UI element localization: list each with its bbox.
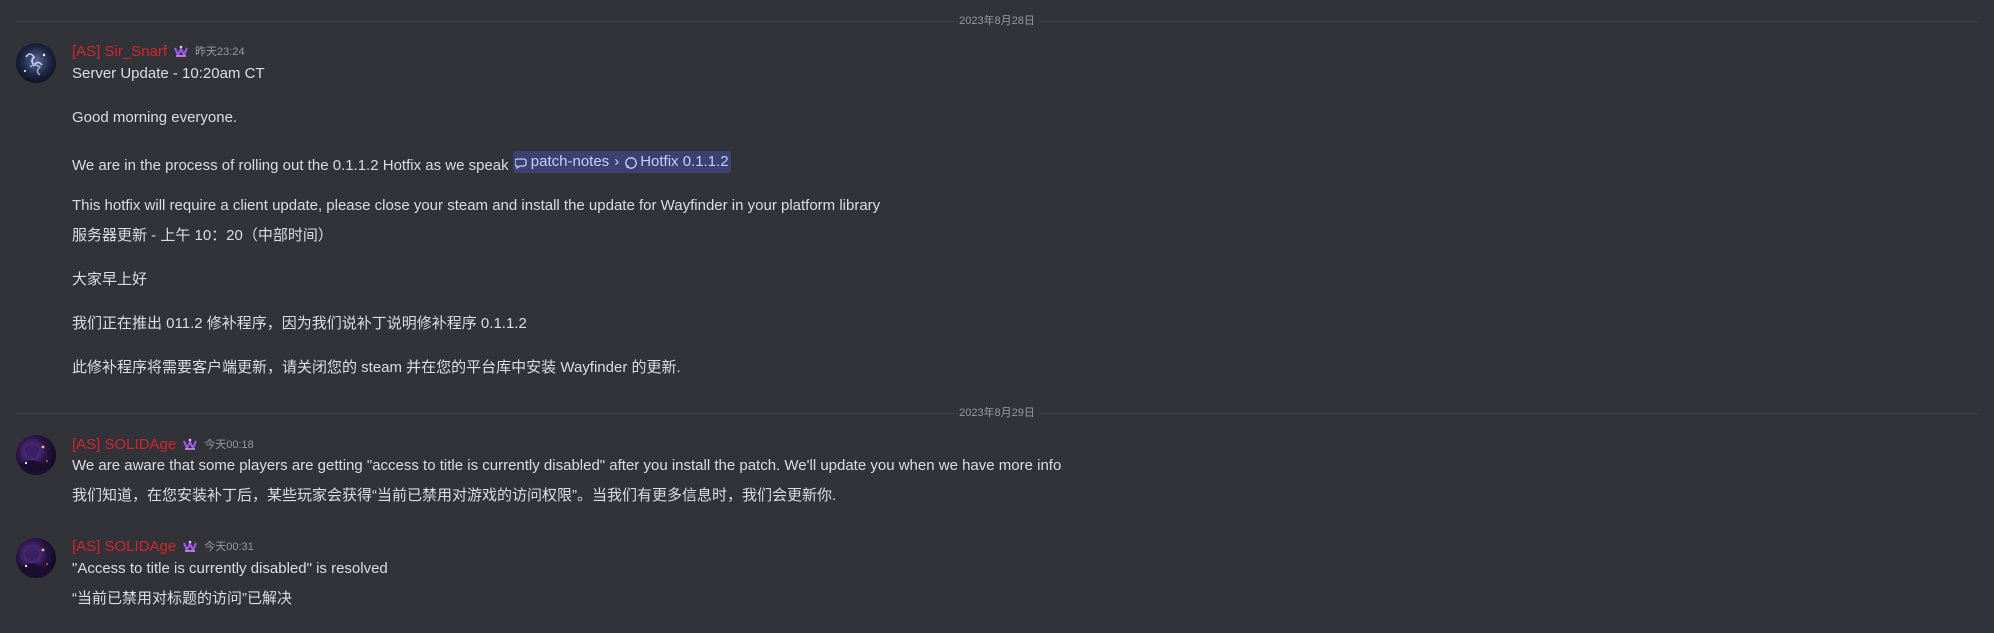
message-text: Good morning everyone. bbox=[72, 109, 238, 126]
channel-mention[interactable]: patch-notes › Hotfix 0.1.1.2 bbox=[512, 151, 731, 173]
thread-icon bbox=[624, 155, 638, 169]
mention-channel-label: patch-notes bbox=[530, 153, 610, 170]
avatar[interactable] bbox=[16, 538, 56, 578]
message-header: [AS] SOLIDAge 今天00:18 bbox=[72, 435, 254, 455]
date-divider: 2023年8月29日 bbox=[16, 405, 1978, 421]
message-text: "Access to title is currently disabled" … bbox=[72, 560, 388, 577]
message-timestamp[interactable]: 昨天23:24 bbox=[195, 44, 245, 60]
forum-channel-icon bbox=[514, 155, 529, 170]
username[interactable]: [AS] SOLIDAge bbox=[72, 537, 176, 557]
mention-thread-label: Hotfix 0.1.1.2 bbox=[640, 153, 729, 170]
avatar[interactable] bbox=[16, 43, 56, 83]
avatar[interactable] bbox=[16, 435, 56, 475]
username[interactable]: [AS] Sir_Snarf bbox=[72, 42, 167, 62]
message-text-prefix: We are in the process of rolling out the… bbox=[72, 157, 513, 174]
message-text: 此修补程序将需要客户端更新，请关闭您的 steam 并在您的平台库中安装 Way… bbox=[72, 359, 681, 376]
date-divider-label: 2023年8月29日 bbox=[955, 405, 1039, 421]
chat-messages: 2023年8月28日 [AS] Sir_Snarf 昨天23:24 Server… bbox=[0, 0, 1994, 633]
date-divider-label: 2023年8月28日 bbox=[955, 13, 1039, 29]
message-text: 我们正在推出 011.2 修补程序，因为我们说补丁说明修补程序 0.1.1.2 bbox=[72, 315, 527, 332]
message-timestamp[interactable]: 今天00:18 bbox=[204, 437, 254, 453]
hypesquad-badge-icon[interactable] bbox=[173, 44, 189, 60]
mention-separator: › bbox=[614, 153, 620, 170]
message-text: This hotfix will require a client update… bbox=[72, 197, 881, 214]
message-header: [AS] SOLIDAge 今天00:31 bbox=[72, 537, 254, 557]
message-timestamp[interactable]: 今天00:31 bbox=[204, 539, 254, 555]
message-text: We are in the process of rolling out the… bbox=[72, 151, 731, 177]
message-text: 我们知道，在您安装补丁后，某些玩家会获得“当前已禁用对游戏的访问权限”。当我们有… bbox=[72, 487, 837, 504]
message-text: Server Update - 10:20am CT bbox=[72, 65, 265, 82]
username[interactable]: [AS] SOLIDAge bbox=[72, 435, 176, 455]
date-divider: 2023年8月28日 bbox=[16, 13, 1978, 29]
message-header: [AS] Sir_Snarf 昨天23:24 bbox=[72, 42, 245, 62]
message-text: 服务器更新 - 上午 10：20（中部时间） bbox=[72, 227, 333, 244]
hypesquad-badge-icon[interactable] bbox=[182, 437, 198, 453]
hypesquad-badge-icon[interactable] bbox=[182, 539, 198, 555]
message-text: “当前已禁用对标题的访问”已解决 bbox=[72, 590, 292, 607]
message-text: 大家早上好 bbox=[72, 271, 148, 288]
message-text: We are aware that some players are getti… bbox=[72, 457, 1062, 474]
